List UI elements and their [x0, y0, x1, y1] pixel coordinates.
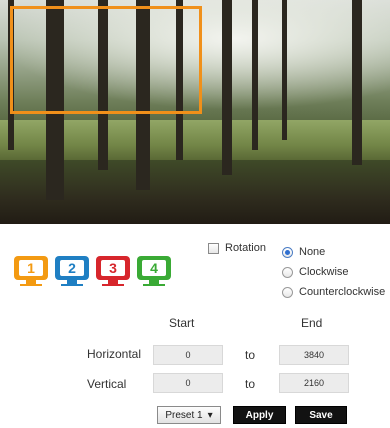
radio-clockwise[interactable]: Clockwise — [282, 262, 385, 282]
tree-trunk — [282, 0, 287, 140]
rotation-label: Rotation — [225, 242, 266, 254]
vertical-start-field[interactable]: 0 — [153, 373, 223, 393]
tree-trunk — [252, 0, 258, 150]
chevron-down-icon: ▾ — [207, 409, 213, 421]
horizontal-label: Horizontal — [87, 347, 142, 361]
horizontal-end-field[interactable]: 3840 — [279, 345, 349, 365]
preset-dropdown[interactable]: Preset 1 ▾ — [157, 406, 221, 424]
vertical-label: Vertical — [87, 377, 127, 391]
preset-value: Preset 1 — [165, 409, 203, 421]
start-header: Start — [169, 316, 195, 330]
apply-button[interactable]: Apply — [233, 406, 286, 424]
monitor-3-label: 3 — [101, 260, 125, 276]
camera-preview[interactable] — [0, 0, 390, 224]
end-header: End — [301, 316, 323, 330]
horizontal-start-field[interactable]: 0 — [153, 345, 223, 365]
monitor-selector: 1 2 3 4 — [14, 256, 171, 286]
radio-none-label: None — [299, 246, 326, 258]
radio-clockwise-label: Clockwise — [299, 266, 349, 278]
rotation-toggle[interactable]: Rotation — [208, 242, 266, 254]
radio-counterclockwise-dot[interactable] — [282, 286, 293, 298]
tree-trunk — [222, 0, 232, 175]
radio-counterclockwise[interactable]: Counterclockwise — [282, 282, 385, 302]
monitor-4-label: 4 — [142, 260, 166, 276]
horizontal-to-label: to — [245, 348, 256, 362]
monitor-2-button[interactable]: 2 — [55, 256, 89, 286]
monitor-3-button[interactable]: 3 — [96, 256, 130, 286]
radio-none[interactable]: None — [282, 242, 385, 262]
monitor-1-button[interactable]: 1 — [14, 256, 48, 286]
tree-trunk — [352, 0, 362, 165]
radio-counterclockwise-label: Counterclockwise — [299, 286, 386, 298]
save-button[interactable]: Save — [295, 406, 347, 424]
vertical-to-label: to — [245, 377, 256, 391]
rotation-direction-group: None Clockwise Counterclockwise — [282, 242, 385, 302]
rotation-checkbox[interactable] — [208, 242, 219, 254]
radio-clockwise-dot[interactable] — [282, 266, 293, 278]
radio-none-dot[interactable] — [282, 246, 293, 258]
roi-selection-box[interactable] — [10, 6, 202, 114]
monitor-1-label: 1 — [19, 260, 43, 276]
vertical-end-field[interactable]: 2160 — [279, 373, 349, 393]
monitor-4-button[interactable]: 4 — [137, 256, 171, 286]
monitor-2-label: 2 — [60, 260, 84, 276]
